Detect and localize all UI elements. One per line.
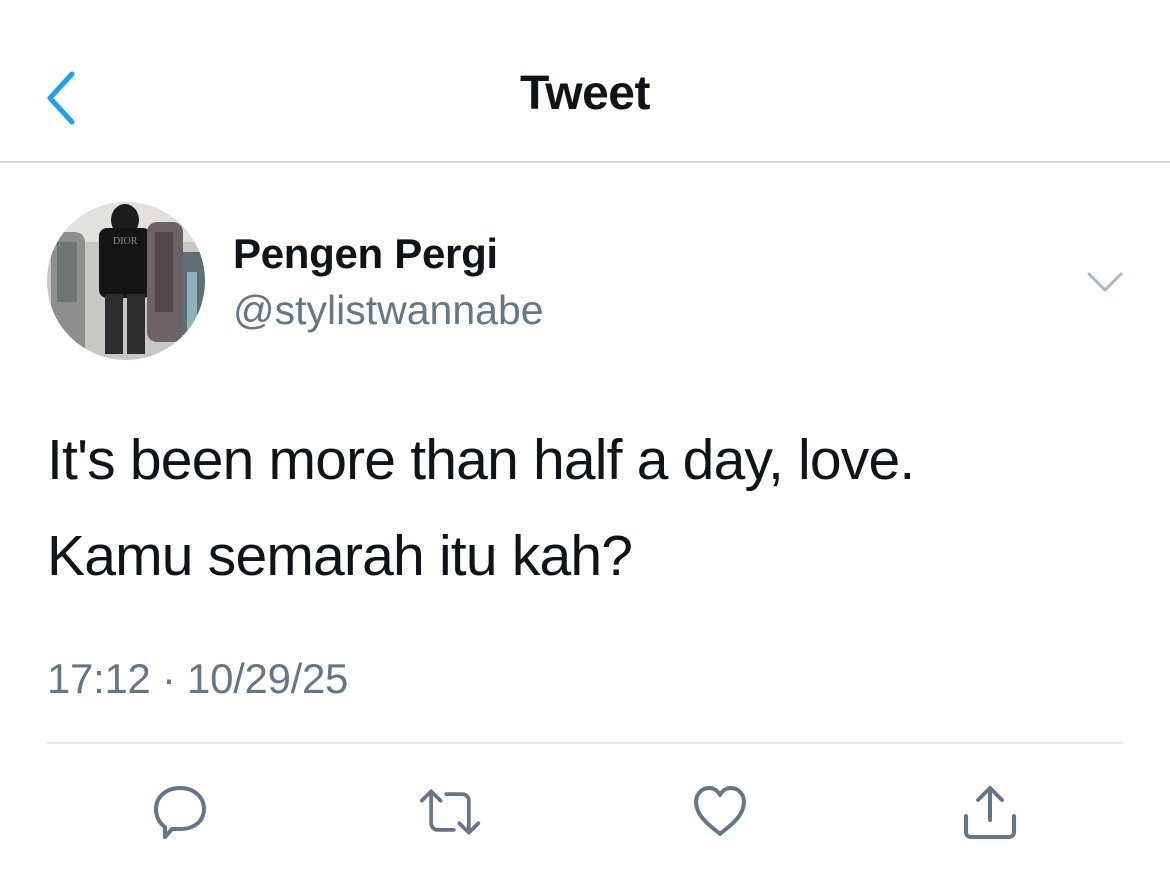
retweet-button[interactable] (418, 780, 482, 844)
tweet-text: It's been more than half a day, love. Ka… (47, 412, 1127, 604)
divider (47, 742, 1123, 744)
avatar-image: DIOR (47, 202, 205, 360)
tweet-text-line: It's been more than half a day, love. (47, 428, 915, 492)
chevron-down-icon (1087, 272, 1123, 292)
share-icon (964, 786, 1016, 839)
like-button[interactable] (688, 780, 752, 844)
avatar-logo-text: DIOR (113, 236, 138, 247)
heart-icon (694, 786, 746, 836)
tweet-text-line: Kamu semarah itu kah? (47, 524, 633, 588)
reply-button[interactable] (148, 780, 212, 844)
author-handle[interactable]: @stylistwannabe (233, 287, 544, 334)
tweet-options-button[interactable] (1080, 262, 1130, 302)
retweet-icon (419, 789, 481, 835)
author-display-name[interactable]: Pengen Pergi (233, 230, 498, 278)
tweet-timestamp: 17:12 · 10/29/25 (47, 655, 349, 702)
speech-bubble-icon (154, 786, 206, 839)
page-title: Tweet (520, 67, 650, 120)
navigation-bar: Tweet (0, 0, 1170, 163)
share-button[interactable] (958, 780, 1022, 844)
avatar[interactable]: DIOR (47, 202, 205, 360)
